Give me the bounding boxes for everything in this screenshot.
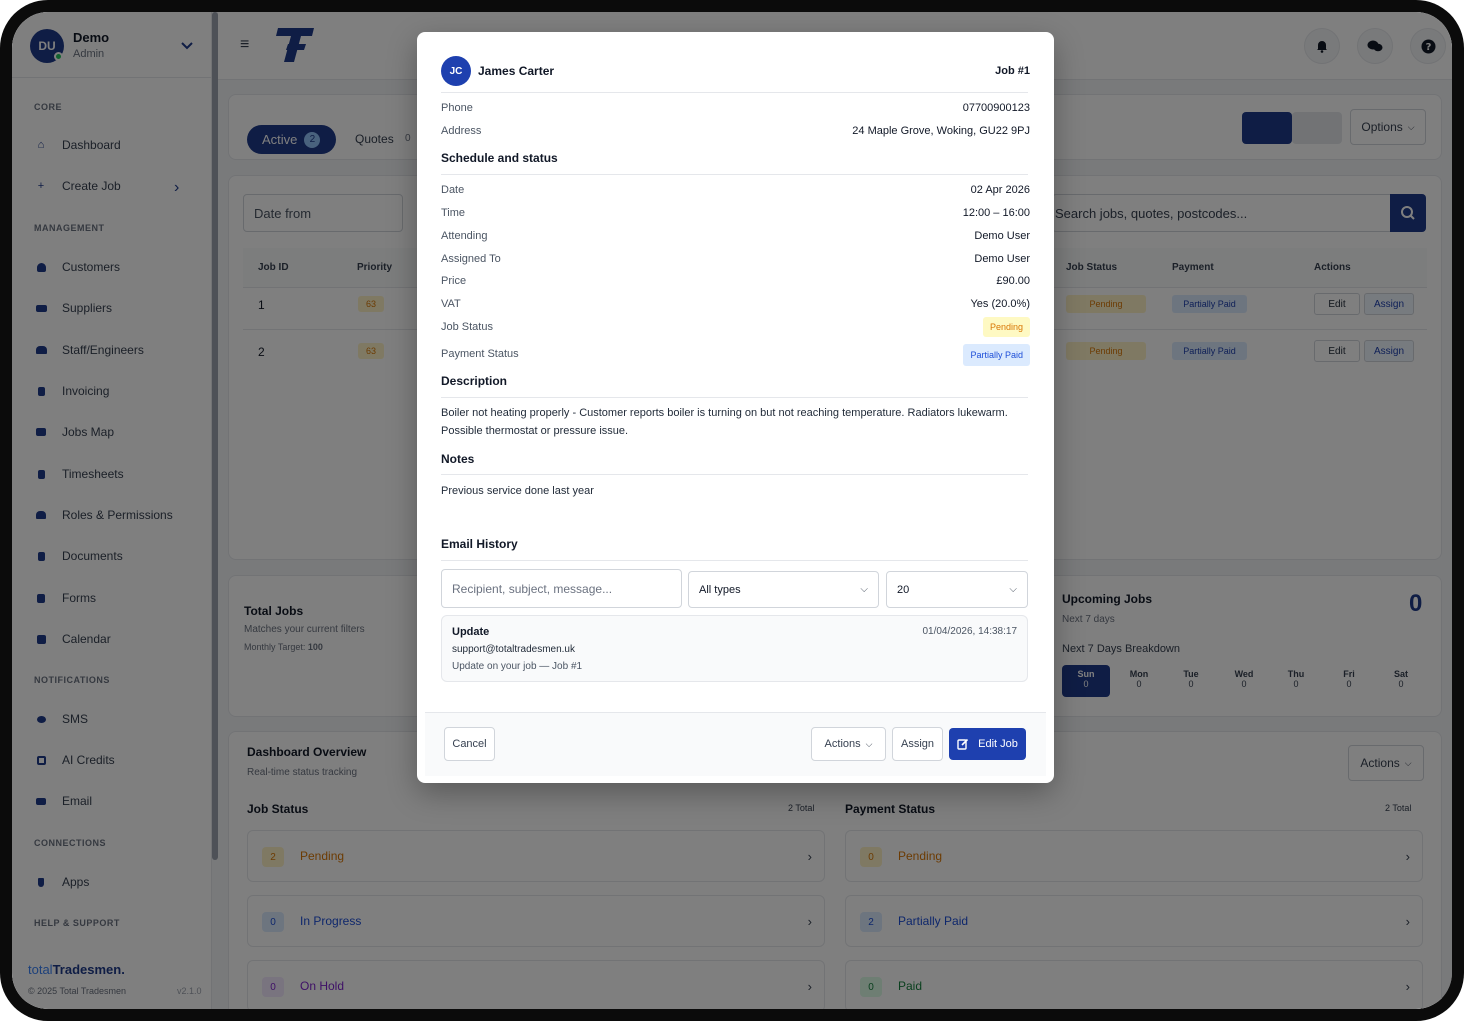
job-status-badge: Pending (982, 317, 1030, 337)
email-timestamp: 01/04/2026, 14:38:17 (922, 626, 1017, 637)
assigned-value: Demo User (974, 253, 1030, 265)
job-number: Job #1 (995, 65, 1030, 77)
email-history-heading: Email History (441, 537, 518, 551)
time-label: Time (441, 207, 466, 219)
chevron-down-icon: ⌵ (860, 584, 868, 595)
edit-icon (957, 738, 969, 750)
email-recipient: support@totaltradesmen.uk (452, 644, 575, 655)
divider (441, 92, 1028, 93)
email-type-select[interactable]: All types ⌵ (688, 571, 879, 608)
select-value: 20 (897, 584, 910, 596)
vat-value: Yes (20.0%) (970, 298, 1030, 310)
notes-text: Previous service done last year (441, 485, 594, 497)
phone-label: Phone (441, 102, 473, 114)
cancel-button[interactable]: Cancel (444, 727, 495, 761)
edit-job-label: Edit Job (978, 738, 1018, 750)
price-label: Price (441, 275, 467, 287)
assign-button[interactable]: Assign (892, 727, 943, 761)
attending-label: Attending (441, 230, 488, 242)
actions-dropdown-button[interactable]: Actions ⌵ (811, 727, 886, 761)
description-heading: Description (441, 374, 508, 388)
description-text: Boiler not heating properly - Customer r… (441, 407, 1008, 437)
job-details-modal: JC James Carter Job #1 Phone 07700900123… (417, 32, 1054, 783)
divider (441, 397, 1028, 398)
edit-job-button[interactable]: Edit Job (949, 728, 1026, 760)
date-label: Date (441, 184, 465, 196)
email-page-size-select[interactable]: 20 ⌵ (886, 571, 1028, 608)
address-value: 24 Maple Grove, Woking, GU22 9PJ (852, 125, 1030, 137)
customer-name: James Carter (478, 64, 555, 78)
schedule-heading: Schedule and status (441, 151, 558, 165)
date-value: 02 Apr 2026 (970, 184, 1030, 196)
payment-status-badge: Partially Paid (963, 344, 1030, 366)
modal-footer: Cancel Actions ⌵ Assign Edit Job (425, 712, 1046, 776)
price-value: £90.00 (996, 275, 1030, 287)
device-frame: DU Demo Admin CORE ⌂Dashboard +Create Jo… (0, 0, 1464, 1021)
email-history-item[interactable]: Update 01/04/2026, 14:38:17 support@tota… (441, 615, 1028, 682)
app-screen: DU Demo Admin CORE ⌂Dashboard +Create Jo… (12, 12, 1452, 1009)
payment-status-label: Payment Status (441, 348, 519, 360)
job-status-label: Job Status (441, 321, 493, 333)
actions-label: Actions (824, 738, 861, 750)
attending-value: Demo User (974, 230, 1030, 242)
phone-value: 07700900123 (962, 102, 1030, 114)
divider (441, 174, 1028, 175)
assigned-label: Assigned To (441, 253, 501, 265)
divider (441, 474, 1028, 475)
customer-avatar: JC (441, 56, 471, 86)
select-value: All types (699, 584, 741, 596)
email-type: Update (452, 626, 490, 638)
vat-label: VAT (441, 298, 461, 310)
email-subject: Update on your job — Job #1 (452, 661, 583, 672)
chevron-down-icon: ⌵ (865, 738, 873, 749)
email-search-input[interactable]: Recipient, subject, message... (441, 569, 682, 608)
time-value: 12:00 – 16:00 (962, 207, 1030, 219)
notes-heading: Notes (441, 452, 475, 466)
address-label: Address (441, 125, 482, 137)
divider (441, 560, 1028, 561)
chevron-down-icon: ⌵ (1009, 584, 1017, 595)
